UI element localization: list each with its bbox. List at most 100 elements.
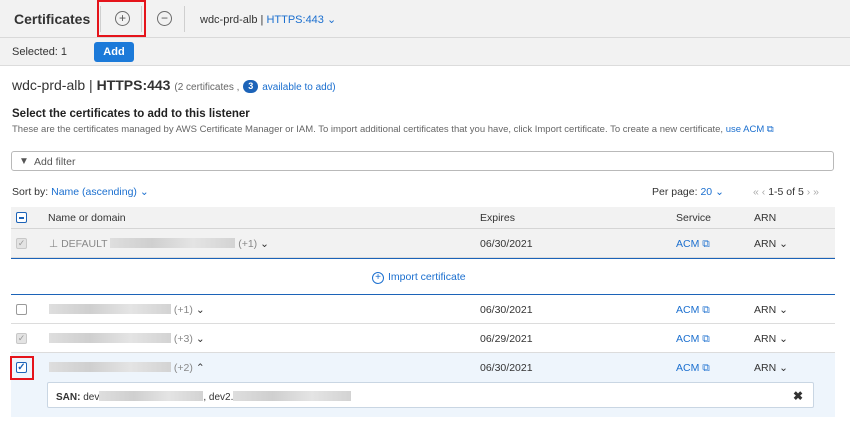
arn-cell[interactable]: ARN ⌄: [754, 304, 788, 316]
chevron-down-icon: ⌄: [326, 14, 337, 26]
service-link[interactable]: ACM: [676, 333, 699, 345]
service-cell[interactable]: ACM ⧉: [676, 238, 710, 251]
cert-name: (+2) ⌃: [49, 362, 205, 374]
table-row-default: ✓ ⊥ DEFAULT (+1) ⌄ 06/30/2021 ACM ⧉ ARN …: [11, 229, 835, 258]
heading-listener: HTTPS:443: [96, 77, 171, 93]
table-row-selected: ✓ (+2) ⌃ 06/30/2021 ACM ⧉ ARN ⌄: [11, 353, 835, 382]
external-link-icon: ⧉: [766, 124, 774, 135]
redacted-name: [49, 304, 171, 314]
redacted-domain: [233, 391, 352, 401]
san-label: SAN:: [56, 392, 81, 403]
filter-placeholder: Add filter: [34, 156, 76, 168]
plus-circle-icon: +: [372, 272, 384, 284]
table-row: ✓ (+3) ⌄ 06/29/2021 ACM ⧉ ARN ⌄: [11, 324, 835, 353]
sort-control[interactable]: Sort by: Name (ascending) ⌄: [12, 186, 149, 198]
san-panel: SAN: dev , dev2. ✖: [47, 382, 814, 408]
san-value-second: , dev2.: [203, 392, 234, 403]
remove-certificate-icon[interactable]: −: [157, 11, 172, 26]
per-page-label: Per page:: [652, 186, 698, 198]
sort-label: Sort by:: [12, 186, 49, 198]
arn-cell[interactable]: ARN ⌄: [754, 333, 788, 345]
arn-cell[interactable]: ARN ⌄: [754, 362, 788, 374]
external-link-icon: ⧉: [702, 362, 710, 374]
available-badge: 3: [243, 80, 259, 93]
sort-value[interactable]: Name (ascending): [51, 186, 137, 198]
first-page-icon[interactable]: «: [753, 186, 759, 198]
page-title: Certificates: [14, 11, 91, 27]
san-text: SAN: dev , dev2.: [56, 391, 352, 403]
select-all-checkbox[interactable]: [16, 212, 27, 223]
row-checkbox: ✓: [16, 333, 27, 344]
default-label: DEFAULT: [61, 238, 108, 250]
available-link[interactable]: available to add): [262, 82, 335, 93]
service-cell[interactable]: ACM ⧉: [676, 304, 710, 317]
chevron-down-icon: ⌄: [779, 304, 788, 316]
separator: |: [260, 14, 264, 26]
san-value-first: dev: [83, 392, 100, 403]
column-arn[interactable]: ARN: [754, 212, 776, 224]
chevron-down-icon: ⌄: [779, 362, 788, 374]
listener-selector[interactable]: wdc-prd-alb | HTTPS:443 ⌄: [200, 13, 336, 26]
close-icon[interactable]: ✖: [793, 389, 803, 403]
pagination: « ‹ 1-5 of 5 › »: [753, 186, 819, 198]
redacted-name: [49, 362, 171, 372]
import-certificate-button[interactable]: + Import certificate: [372, 271, 466, 284]
table-header: Name or domain Expires Service ARN: [11, 207, 835, 229]
arn-cell[interactable]: ARN ⌄: [754, 238, 788, 250]
service-link[interactable]: ACM: [676, 362, 699, 374]
lb-name: wdc-prd-alb: [200, 14, 258, 26]
arn-label: ARN: [754, 238, 777, 250]
chevron-down-icon: ⌄: [779, 333, 788, 345]
extra-domains: (+2): [173, 362, 193, 374]
per-page-control[interactable]: Per page: 20 ⌄: [652, 186, 724, 198]
redacted-domain: [99, 391, 204, 401]
service-link[interactable]: ACM: [676, 238, 699, 250]
chevron-up-icon[interactable]: ⌃: [196, 362, 205, 374]
column-service[interactable]: Service: [676, 212, 711, 224]
prev-page-icon[interactable]: ‹: [762, 186, 766, 198]
pin-icon: ⊥: [49, 238, 59, 250]
use-acm-link[interactable]: use ACM: [726, 124, 765, 135]
external-link-icon: ⧉: [702, 333, 710, 345]
chevron-down-icon[interactable]: ⌄: [196, 304, 205, 316]
import-label: Import certificate: [388, 271, 466, 283]
funnel-icon: ▼: [19, 156, 29, 167]
listener-heading: wdc-prd-alb | HTTPS:443 (2 certificates …: [12, 77, 336, 93]
external-link-icon: ⧉: [702, 304, 710, 316]
external-link-icon: ⧉: [702, 238, 710, 250]
expires-cell: 06/29/2021: [480, 333, 533, 345]
default-cert-name: ⊥ DEFAULT (+1) ⌄: [49, 238, 269, 250]
cert-name: (+3) ⌄: [49, 333, 205, 345]
service-cell[interactable]: ACM ⧉: [676, 362, 710, 375]
chevron-down-icon: ⌄: [715, 186, 724, 198]
selected-count: Selected: 1: [12, 46, 68, 58]
last-page-icon[interactable]: »: [813, 186, 819, 198]
table-row: (+1) ⌄ 06/30/2021 ACM ⧉ ARN ⌄: [11, 295, 835, 324]
highlight-box: [97, 0, 146, 37]
filter-input[interactable]: ▼ Add filter: [11, 151, 834, 171]
chevron-down-icon: ⌄: [139, 186, 149, 198]
chevron-down-icon[interactable]: ⌄: [260, 238, 269, 250]
column-expires[interactable]: Expires: [480, 212, 515, 224]
column-name[interactable]: Name or domain: [48, 212, 126, 224]
add-button[interactable]: Add: [94, 42, 134, 62]
chevron-down-icon[interactable]: ⌄: [196, 333, 205, 345]
next-page-icon[interactable]: ›: [807, 186, 811, 198]
service-cell[interactable]: ACM ⧉: [676, 333, 710, 346]
highlight-box: [10, 356, 34, 380]
arn-label: ARN: [754, 304, 777, 316]
redacted-name: [110, 238, 236, 248]
toolbar-divider: [184, 6, 185, 32]
san-detail-row: SAN: dev , dev2. ✖: [11, 381, 835, 417]
listener-name: HTTPS:443: [266, 14, 324, 26]
section-title: Select the certificates to add to this l…: [12, 108, 250, 120]
section-description: These are the certificates managed by AW…: [12, 124, 774, 135]
per-page-value[interactable]: 20: [700, 186, 712, 198]
expires-cell: 06/30/2021: [480, 238, 533, 250]
expires-cell: 06/30/2021: [480, 362, 533, 374]
certificate-count: (2 certificates ,: [174, 82, 240, 93]
service-link[interactable]: ACM: [676, 304, 699, 316]
extra-domains: (+1): [173, 304, 193, 316]
row-checkbox[interactable]: [16, 304, 27, 315]
heading-separator: |: [89, 77, 93, 93]
